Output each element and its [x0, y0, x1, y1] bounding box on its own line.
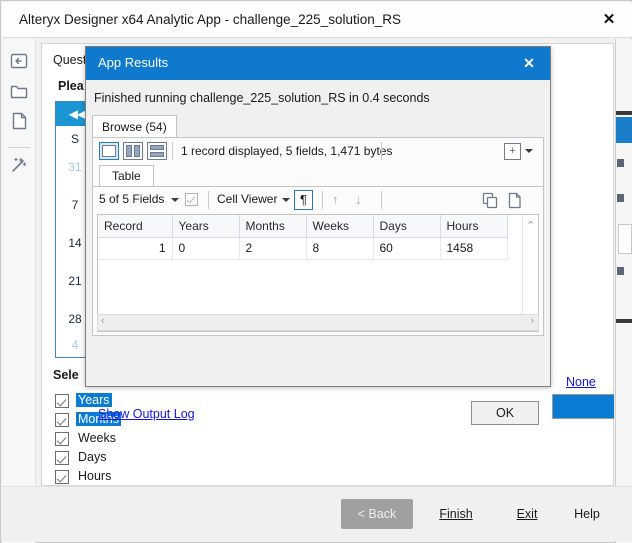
single-pane-view-button[interactable] — [99, 142, 119, 160]
back-button: < Back — [341, 499, 413, 529]
app-results-dialog: App Results ✕ Finished running challenge… — [85, 46, 551, 425]
scroll-left-icon[interactable]: ‹ — [101, 315, 105, 327]
checkbox-label-years: Years — [76, 393, 112, 407]
copy-icon[interactable] — [482, 192, 499, 214]
rail-divider — [8, 147, 30, 148]
checkbox-row-days[interactable]: Days — [55, 449, 225, 468]
selected-field-highlight[interactable] — [552, 394, 614, 419]
tab-table[interactable]: Table — [99, 165, 154, 187]
checkbox-row-hours[interactable]: Hours — [55, 468, 225, 487]
chevron-down-icon[interactable] — [171, 198, 179, 202]
dialog-close-button[interactable]: ✕ — [518, 53, 540, 73]
checkbox-hours[interactable] — [55, 470, 69, 484]
select-all-fields-checkbox[interactable] — [185, 193, 198, 206]
checkbox-years[interactable] — [55, 394, 69, 408]
scroll-up-icon[interactable]: ⌃ — [526, 219, 535, 232]
select-fields-label: Sele — [53, 368, 79, 382]
split-horizontal-view-button[interactable] — [147, 142, 167, 160]
fields-count-label[interactable]: 5 of 5 Fields — [99, 192, 164, 206]
help-button[interactable]: Help — [559, 499, 615, 529]
table-header-row: Record Years Months Weeks Days Hours — [98, 215, 508, 238]
checkbox-label-weeks: Weeks — [78, 431, 116, 445]
window-title: Alteryx Designer x64 Analytic App - chal… — [19, 12, 401, 27]
column-header-weeks[interactable]: Weeks — [306, 215, 374, 238]
checkbox-row-weeks[interactable]: Weeks — [55, 430, 225, 449]
table-row[interactable]: 1 0 2 8 60 1458 — [98, 237, 508, 260]
window-close-button[interactable]: ✕ — [596, 9, 622, 31]
instruction-label: Plea — [58, 79, 84, 93]
column-header-days[interactable]: Days — [373, 215, 441, 238]
select-none-link[interactable]: None — [566, 375, 596, 389]
show-whitespace-button[interactable]: ¶ — [294, 190, 313, 210]
ok-button[interactable]: OK — [471, 401, 539, 425]
toolbar-separator — [381, 191, 382, 209]
magic-wand-icon[interactable] — [9, 155, 29, 175]
finish-button[interactable]: Finish — [421, 499, 491, 529]
pilcrow-icon: ¶ — [300, 192, 307, 207]
column-header-hours[interactable]: Hours — [440, 215, 508, 238]
cell-days[interactable]: 60 — [373, 237, 441, 260]
checkbox-label-days: Days — [78, 450, 107, 464]
view-toolbar: 1 record displayed, 5 fields, 1,471 byte… — [93, 138, 543, 165]
previous-record-icon[interactable]: ↑ — [332, 192, 339, 207]
dialog-title: App Results — [98, 55, 169, 70]
toolbar-separator — [322, 191, 323, 209]
scroll-right-icon[interactable]: › — [530, 315, 534, 327]
next-record-icon[interactable]: ↓ — [355, 192, 362, 207]
checkbox-months[interactable] — [55, 413, 69, 427]
panel-divider-top — [616, 111, 632, 115]
column-header-years[interactable]: Years — [172, 215, 240, 238]
chevron-down-icon[interactable] — [282, 198, 290, 202]
run-status-text: Finished running challenge_225_solution_… — [94, 91, 430, 105]
right-side-panel — [615, 39, 632, 543]
exit-button[interactable]: Exit — [499, 499, 555, 529]
question-label: Quest — [53, 53, 87, 67]
cell-record[interactable]: 1 — [98, 237, 173, 260]
window-titlebar: Alteryx Designer x64 Analytic App - chal… — [2, 2, 632, 38]
checkbox-label-hours: Hours — [78, 469, 112, 483]
grid-horizontal-scrollbar[interactable]: ‹ › — [97, 314, 539, 331]
panel-divider-bottom — [616, 319, 632, 323]
cell-viewer-label[interactable]: Cell Viewer — [217, 192, 277, 206]
toolbar-separator — [381, 142, 382, 160]
folder-icon[interactable] — [9, 81, 29, 101]
toolbar-separator — [172, 142, 173, 160]
wizard-button-bar: < Back Finish Exit Help — [2, 486, 632, 541]
cell-weeks[interactable]: 8 — [306, 237, 374, 260]
document-icon[interactable] — [9, 111, 29, 131]
cell-hours[interactable]: 1458 — [440, 237, 508, 260]
column-header-record[interactable]: Record — [98, 215, 173, 238]
browse-results-panel: 1 record displayed, 5 fields, 1,471 byte… — [92, 137, 544, 336]
chevron-down-icon[interactable] — [525, 149, 533, 153]
new-document-icon[interactable] — [506, 192, 523, 214]
cell-months[interactable]: 2 — [239, 237, 307, 260]
show-output-log-link[interactable]: Show Output Log — [98, 407, 195, 421]
fields-toolbar: 5 of 5 Fields Cell Viewer ¶ ↑ ↓ — [93, 187, 543, 213]
cell-years[interactable]: 0 — [172, 237, 240, 260]
add-column-icon[interactable]: + — [504, 143, 521, 160]
checkbox-days[interactable] — [55, 451, 69, 465]
panel-field-box — [618, 224, 632, 254]
panel-marker — [617, 159, 624, 167]
left-icon-rail — [2, 39, 36, 543]
collapse-panel-icon[interactable] — [9, 51, 29, 71]
column-header-months[interactable]: Months — [239, 215, 307, 238]
panel-marker — [617, 267, 624, 275]
results-table: Record Years Months Weeks Days Hours 1 0 — [98, 215, 508, 260]
record-summary-text: 1 record displayed, 5 fields, 1,471 byte… — [181, 144, 393, 158]
dialog-titlebar: App Results ✕ — [86, 47, 550, 80]
panel-blue-highlight — [616, 117, 632, 143]
toolbar-separator — [208, 191, 209, 209]
panel-marker — [617, 194, 624, 202]
split-vertical-view-button[interactable] — [123, 142, 143, 160]
tab-browse[interactable]: Browse (54) — [92, 115, 177, 139]
checkbox-weeks[interactable] — [55, 432, 69, 446]
app-window: Alteryx Designer x64 Analytic App - chal… — [0, 0, 632, 543]
